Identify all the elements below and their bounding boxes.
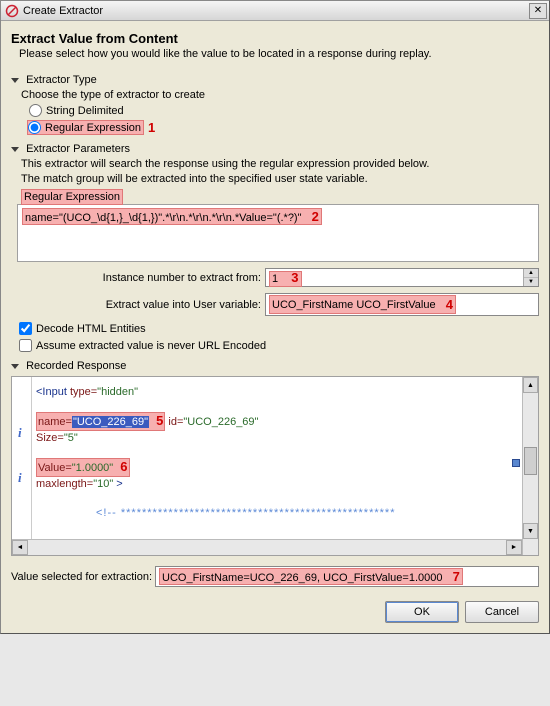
- code-token: "1.0000": [72, 462, 113, 474]
- callout-3: 3: [291, 270, 298, 285]
- horizontal-scrollbar[interactable]: ◄ ►: [12, 539, 522, 555]
- radio-string-delimited-input[interactable]: [29, 104, 42, 117]
- chevron-down-icon: [11, 147, 19, 152]
- radio-regex[interactable]: Regular Expression 1: [29, 120, 539, 135]
- section-label: Extractor Parameters: [26, 143, 130, 155]
- close-button[interactable]: ✕: [529, 3, 547, 19]
- close-icon: ✕: [534, 5, 542, 16]
- selected-value-text: UCO_FirstName=UCO_226_69, UCO_FirstValue…: [162, 572, 442, 584]
- info-icon: i: [18, 425, 22, 441]
- params-explain-2: The match group will be extracted into t…: [21, 173, 539, 185]
- callout-4: 4: [446, 297, 453, 312]
- choose-label: Choose the type of extractor to create: [21, 89, 539, 101]
- callout-1: 1: [148, 120, 155, 135]
- decode-html-checkbox[interactable]: [19, 322, 32, 335]
- scroll-thumb[interactable]: [524, 447, 537, 475]
- recorded-response-view[interactable]: i i <Input type="hidden" name="UCO_226_6…: [11, 376, 539, 556]
- code-token: Size=: [36, 432, 64, 444]
- selected-value-field[interactable]: UCO_FirstName=UCO_226_69, UCO_FirstValue…: [155, 566, 539, 587]
- decode-html-label: Decode HTML Entities: [36, 323, 146, 335]
- callout-2: 2: [312, 209, 319, 224]
- assume-url-label: Assume extracted value is never URL Enco…: [36, 340, 266, 352]
- code-token: >: [113, 478, 122, 490]
- dialog-body: Extract Value from Content Please select…: [1, 21, 549, 633]
- regex-label: Regular Expression: [21, 189, 123, 205]
- extractor-type-body: Choose the type of extractor to create S…: [17, 89, 539, 135]
- code-token: name=: [38, 416, 72, 428]
- spinner-up-icon[interactable]: ▲: [524, 269, 538, 278]
- selected-token: "UCO_226_69": [72, 416, 149, 428]
- radio-regex-input[interactable]: [28, 121, 41, 134]
- scroll-up-icon[interactable]: ▲: [523, 377, 538, 393]
- radio-regex-label: Regular Expression: [45, 122, 141, 134]
- ok-button[interactable]: OK: [385, 601, 459, 623]
- selected-value-row: Value selected for extraction: UCO_First…: [11, 566, 539, 587]
- assume-url-checkbox-row[interactable]: Assume extracted value is never URL Enco…: [19, 339, 539, 352]
- code-token: type=: [67, 386, 97, 398]
- chevron-down-icon: [11, 78, 19, 83]
- assume-url-checkbox[interactable]: [19, 339, 32, 352]
- code-token: <Input: [36, 386, 67, 398]
- uservar-input[interactable]: UCO_FirstName UCO_FirstValue 4: [265, 293, 539, 316]
- radio-string-delimited-label: String Delimited: [46, 105, 124, 117]
- spinner-buttons[interactable]: ▲ ▼: [523, 269, 538, 286]
- instance-value: 1: [272, 273, 278, 285]
- dialog-window: Create Extractor ✕ Extract Value from Co…: [0, 0, 550, 634]
- code-token: "5": [64, 432, 78, 444]
- recorded-content: <Input type="hidden" name="UCO_226_69" 5…: [12, 377, 538, 529]
- spinner-down-icon[interactable]: ▼: [524, 278, 538, 286]
- scroll-right-icon[interactable]: ►: [506, 540, 522, 555]
- callout-5: 5: [156, 413, 163, 428]
- code-token: "10": [93, 478, 113, 490]
- uservar-label: Extract value into User variable:: [17, 299, 265, 311]
- titlebar: Create Extractor ✕: [1, 1, 549, 21]
- params-explain-1: This extractor will search the response …: [21, 158, 539, 170]
- info-icon: i: [18, 470, 22, 486]
- section-label: Recorded Response: [26, 360, 126, 372]
- code-token: "UCO_226_69": [183, 416, 258, 428]
- gutter: i i: [12, 377, 32, 555]
- section-label: Extractor Type: [26, 74, 97, 86]
- button-row: OK Cancel: [11, 601, 539, 623]
- extractor-params-body: This extractor will search the response …: [17, 158, 539, 352]
- section-recorded-response[interactable]: Recorded Response: [11, 360, 539, 372]
- overview-marker[interactable]: [512, 459, 520, 467]
- page-description: Please select how you would like the val…: [19, 48, 539, 60]
- code-token: maxlength=: [36, 478, 93, 490]
- callout-7: 7: [453, 569, 460, 584]
- instance-label: Instance number to extract from:: [17, 272, 265, 284]
- chevron-down-icon: [11, 364, 19, 369]
- regex-value: name="(UCO_\d{1,}_\d{1,})".*\r\n.*\r\n.*…: [25, 212, 302, 224]
- ok-button-label: OK: [414, 606, 430, 618]
- selected-value-label: Value selected for extraction:: [11, 571, 155, 583]
- scroll-down-icon[interactable]: ▼: [523, 523, 538, 539]
- code-token: ****************************************…: [121, 507, 396, 519]
- code-token: "hidden": [97, 386, 138, 398]
- scroll-left-icon[interactable]: ◄: [12, 540, 28, 555]
- instance-spinner[interactable]: 1 3 ▲ ▼: [265, 268, 539, 287]
- uservar-value: UCO_FirstName UCO_FirstValue: [272, 299, 436, 311]
- vertical-scrollbar[interactable]: ▲ ▼: [522, 377, 538, 555]
- section-extractor-type[interactable]: Extractor Type: [11, 74, 539, 86]
- callout-6: 6: [120, 459, 127, 474]
- code-token: <!--: [96, 507, 121, 519]
- window-title: Create Extractor: [23, 5, 529, 17]
- code-token: Value=: [38, 462, 72, 474]
- code-token: id=: [165, 416, 183, 428]
- decode-html-checkbox-row[interactable]: Decode HTML Entities: [19, 322, 539, 335]
- page-title: Extract Value from Content: [11, 31, 539, 46]
- cancel-button[interactable]: Cancel: [465, 601, 539, 623]
- regex-input[interactable]: name="(UCO_\d{1,}_\d{1,})".*\r\n.*\r\n.*…: [17, 204, 539, 262]
- radio-string-delimited[interactable]: String Delimited: [29, 104, 539, 117]
- app-icon: [5, 4, 19, 18]
- section-extractor-parameters[interactable]: Extractor Parameters: [11, 143, 539, 155]
- cancel-button-label: Cancel: [485, 606, 519, 618]
